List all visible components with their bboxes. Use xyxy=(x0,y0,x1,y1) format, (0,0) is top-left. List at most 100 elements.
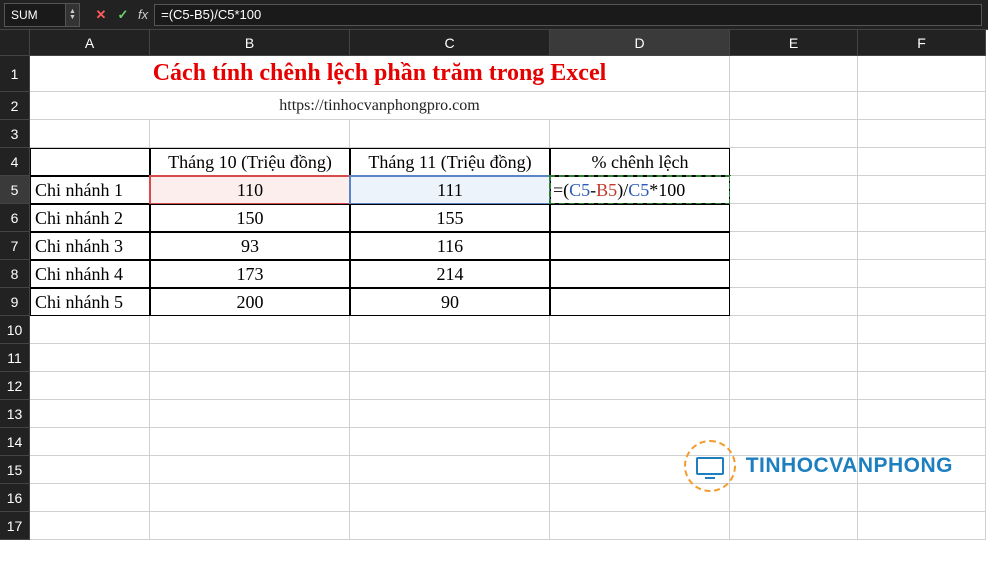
cell-b13[interactable] xyxy=(150,400,350,428)
row-header-9[interactable]: 9 xyxy=(0,288,30,316)
col-header-d[interactable]: D xyxy=(550,30,730,56)
cell-e7[interactable] xyxy=(730,232,858,260)
cell-c8[interactable]: 214 xyxy=(350,260,550,288)
cell-c16[interactable] xyxy=(350,484,550,512)
cell-d13[interactable] xyxy=(550,400,730,428)
cell-c5[interactable]: 111 xyxy=(350,176,550,204)
fx-button[interactable]: fx xyxy=(138,7,148,22)
title-cell[interactable]: Cách tính chênh lệch phần trăm trong Exc… xyxy=(30,56,730,92)
header-d4[interactable]: % chênh lệch xyxy=(550,148,730,176)
cell-b8[interactable]: 173 xyxy=(150,260,350,288)
cell-a9[interactable]: Chi nhánh 5 xyxy=(30,288,150,316)
cell-d15[interactable] xyxy=(550,456,730,484)
cell-e1[interactable] xyxy=(730,56,858,92)
header-c4[interactable]: Tháng 11 (Triệu đồng) xyxy=(350,148,550,176)
cell-e8[interactable] xyxy=(730,260,858,288)
cell-c10[interactable] xyxy=(350,316,550,344)
cell-e15[interactable] xyxy=(730,456,858,484)
cell-a3[interactable] xyxy=(30,120,150,148)
cell-a11[interactable] xyxy=(30,344,150,372)
cell-b14[interactable] xyxy=(150,428,350,456)
cell-d9[interactable] xyxy=(550,288,730,316)
cell-d5-active[interactable]: =(C5-B5)/C5*100 xyxy=(550,176,730,204)
cell-e9[interactable] xyxy=(730,288,858,316)
cell-b3[interactable] xyxy=(150,120,350,148)
spreadsheet-grid[interactable]: A B C D E F 1 Cách tính chênh lệch phần … xyxy=(0,30,988,540)
cell-f17[interactable] xyxy=(858,512,986,540)
cell-a14[interactable] xyxy=(30,428,150,456)
cell-f2[interactable] xyxy=(858,92,986,120)
row-header-12[interactable]: 12 xyxy=(0,372,30,400)
enter-icon[interactable]: ✓ xyxy=(112,7,134,23)
cell-f3[interactable] xyxy=(858,120,986,148)
cell-e3[interactable] xyxy=(730,120,858,148)
row-header-2[interactable]: 2 xyxy=(0,92,30,120)
cell-e17[interactable] xyxy=(730,512,858,540)
cell-b16[interactable] xyxy=(150,484,350,512)
cell-a5[interactable]: Chi nhánh 1 xyxy=(30,176,150,204)
cell-f12[interactable] xyxy=(858,372,986,400)
formula-input[interactable]: =(C5-B5)/C5*100 xyxy=(154,4,982,26)
cell-b11[interactable] xyxy=(150,344,350,372)
cell-e6[interactable] xyxy=(730,204,858,232)
cell-d16[interactable] xyxy=(550,484,730,512)
row-header-13[interactable]: 13 xyxy=(0,400,30,428)
cell-a10[interactable] xyxy=(30,316,150,344)
cell-d11[interactable] xyxy=(550,344,730,372)
cell-b17[interactable] xyxy=(150,512,350,540)
row-header-5[interactable]: 5 xyxy=(0,176,30,204)
cell-d12[interactable] xyxy=(550,372,730,400)
row-header-8[interactable]: 8 xyxy=(0,260,30,288)
cell-f5[interactable] xyxy=(858,176,986,204)
row-header-6[interactable]: 6 xyxy=(0,204,30,232)
cell-e4[interactable] xyxy=(730,148,858,176)
name-box-stepper[interactable]: ▲ ▼ xyxy=(66,3,80,27)
cell-b10[interactable] xyxy=(150,316,350,344)
cell-d6[interactable] xyxy=(550,204,730,232)
cell-a8[interactable]: Chi nhánh 4 xyxy=(30,260,150,288)
cell-e11[interactable] xyxy=(730,344,858,372)
row-header-11[interactable]: 11 xyxy=(0,344,30,372)
cell-e2[interactable] xyxy=(730,92,858,120)
cell-e16[interactable] xyxy=(730,484,858,512)
row-header-17[interactable]: 17 xyxy=(0,512,30,540)
row-header-14[interactable]: 14 xyxy=(0,428,30,456)
row-header-7[interactable]: 7 xyxy=(0,232,30,260)
cell-b9[interactable]: 200 xyxy=(150,288,350,316)
cell-b7[interactable]: 93 xyxy=(150,232,350,260)
cell-e5[interactable] xyxy=(730,176,858,204)
row-header-4[interactable]: 4 xyxy=(0,148,30,176)
cancel-icon[interactable]: ✕ xyxy=(90,7,112,23)
row-header-16[interactable]: 16 xyxy=(0,484,30,512)
cell-d7[interactable] xyxy=(550,232,730,260)
row-header-15[interactable]: 15 xyxy=(0,456,30,484)
cell-b15[interactable] xyxy=(150,456,350,484)
cell-a6[interactable]: Chi nhánh 2 xyxy=(30,204,150,232)
cell-a15[interactable] xyxy=(30,456,150,484)
cell-b6[interactable]: 150 xyxy=(150,204,350,232)
cell-a13[interactable] xyxy=(30,400,150,428)
col-header-b[interactable]: B xyxy=(150,30,350,56)
cell-a17[interactable] xyxy=(30,512,150,540)
cell-f7[interactable] xyxy=(858,232,986,260)
col-header-a[interactable]: A xyxy=(30,30,150,56)
cell-c12[interactable] xyxy=(350,372,550,400)
cell-c14[interactable] xyxy=(350,428,550,456)
cell-f9[interactable] xyxy=(858,288,986,316)
col-header-c[interactable]: C xyxy=(350,30,550,56)
row-header-10[interactable]: 10 xyxy=(0,316,30,344)
cell-f11[interactable] xyxy=(858,344,986,372)
cell-e13[interactable] xyxy=(730,400,858,428)
cell-a16[interactable] xyxy=(30,484,150,512)
cell-d17[interactable] xyxy=(550,512,730,540)
cell-f4[interactable] xyxy=(858,148,986,176)
select-all-corner[interactable] xyxy=(0,30,30,56)
cell-c7[interactable]: 116 xyxy=(350,232,550,260)
cell-c17[interactable] xyxy=(350,512,550,540)
cell-d14[interactable] xyxy=(550,428,730,456)
cell-d3[interactable] xyxy=(550,120,730,148)
cell-c15[interactable] xyxy=(350,456,550,484)
cell-b5[interactable]: 110 xyxy=(150,176,350,204)
cell-f6[interactable] xyxy=(858,204,986,232)
cell-c11[interactable] xyxy=(350,344,550,372)
